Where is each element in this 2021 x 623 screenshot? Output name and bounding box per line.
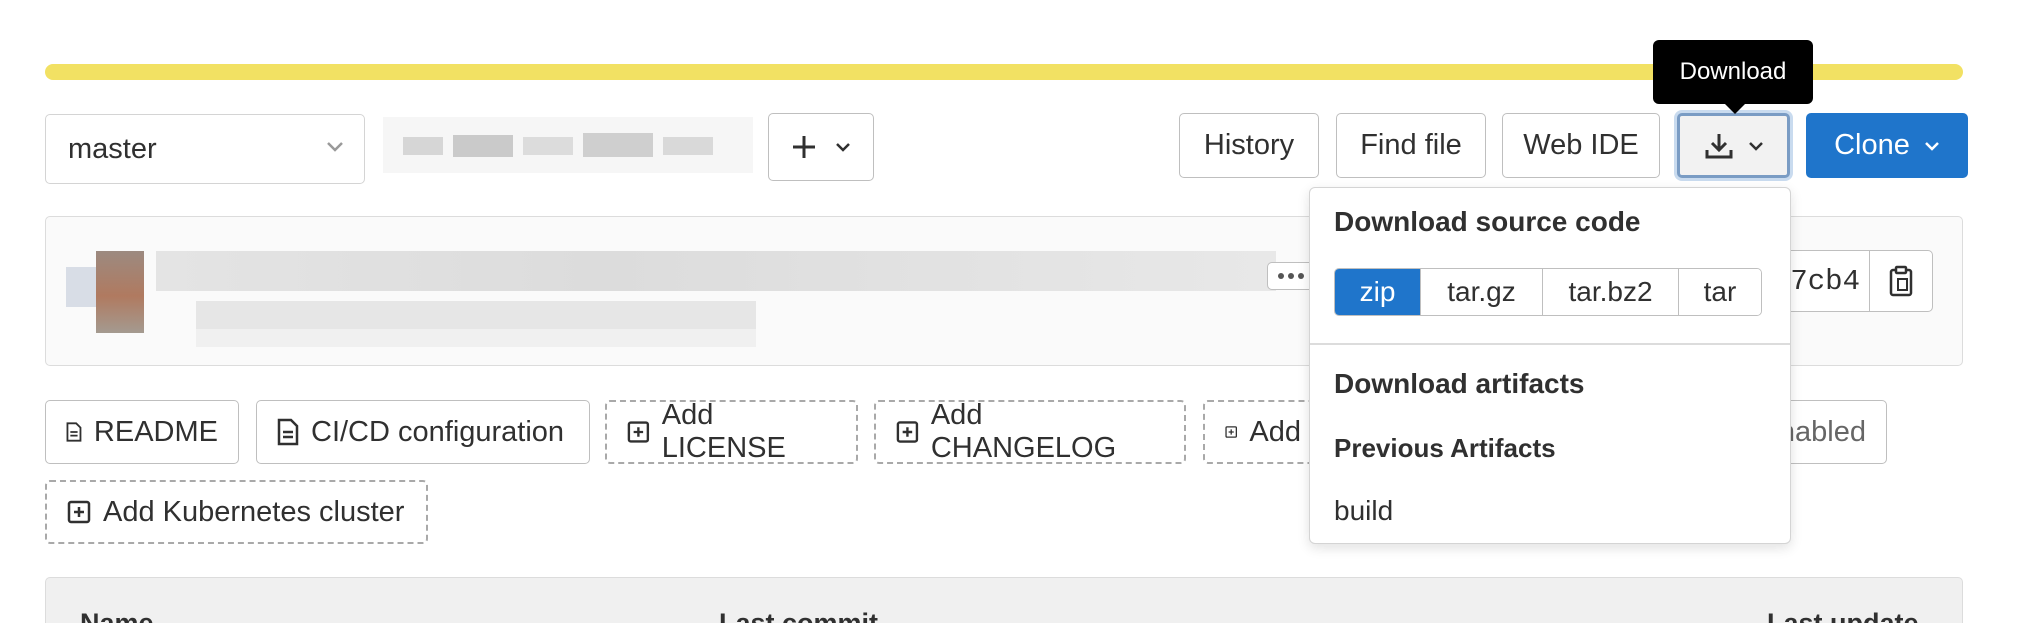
- chevron-down-icon: [1925, 141, 1939, 151]
- add-changelog-button[interactable]: Add CHANGELOG: [874, 399, 1186, 464]
- download-tooltip: Download: [1653, 40, 1813, 114]
- format-zip-button[interactable]: zip: [1335, 269, 1421, 315]
- source-format-group: zip tar.gz tar.bz2 tar: [1334, 268, 1762, 316]
- file-icon: [277, 418, 299, 446]
- plus-icon: [793, 136, 815, 158]
- find-file-button[interactable]: Find file: [1336, 113, 1486, 178]
- format-tar-bz2-button[interactable]: tar.bz2: [1543, 269, 1679, 315]
- cicd-configuration-button[interactable]: CI/CD configuration: [256, 400, 590, 464]
- add-license-button[interactable]: Add LICENSE: [605, 399, 858, 464]
- download-dropdown-menu: Download source code zip tar.gz tar.bz2 …: [1309, 187, 1791, 544]
- branch-selector-label: master: [68, 132, 157, 165]
- copy-sha-button[interactable]: [1869, 250, 1933, 312]
- download-icon: [1705, 133, 1732, 158]
- dot: [1298, 273, 1304, 279]
- commit-sha: 7cb4: [1780, 250, 1870, 312]
- cicd-label: CI/CD configuration: [311, 415, 565, 448]
- column-header-last-commit: Last commit: [719, 608, 879, 623]
- readme-button[interactable]: README: [45, 400, 239, 464]
- download-artifacts-title: Download artifacts: [1334, 368, 1585, 399]
- plus-square-icon: [1225, 426, 1238, 438]
- file-table-header: [45, 577, 1963, 623]
- divider: [1310, 343, 1790, 345]
- expand-commit-button[interactable]: [1267, 262, 1315, 290]
- column-header-name: Name: [80, 608, 154, 623]
- commit-message-redacted: [156, 251, 1276, 291]
- chevron-down-icon: [1748, 141, 1763, 151]
- add-cut-label: Add: [1249, 415, 1301, 448]
- breadcrumb-path-redacted: [383, 117, 753, 173]
- plus-square-icon: [67, 500, 91, 524]
- dot: [1288, 273, 1294, 279]
- web-ide-button[interactable]: Web IDE: [1502, 113, 1660, 178]
- readme-label: README: [93, 415, 218, 448]
- clipboard-icon: [1889, 265, 1913, 297]
- download-dropdown-button[interactable]: [1677, 113, 1790, 178]
- format-tar-gz-button[interactable]: tar.gz: [1421, 269, 1543, 315]
- add-kubernetes-cluster-button[interactable]: Add Kubernetes cluster: [45, 480, 428, 544]
- history-button[interactable]: History: [1179, 113, 1319, 178]
- add-license-label: Add LICENSE: [661, 399, 786, 464]
- clone-button-label: Clone: [1834, 129, 1910, 161]
- format-tar-button[interactable]: tar: [1679, 269, 1761, 315]
- column-header-last-update: Last update: [1767, 608, 1919, 623]
- enabled-label: nabled: [1778, 415, 1866, 448]
- avatar: [96, 251, 144, 333]
- add-changelog-label: Add CHANGELOG: [930, 399, 1117, 464]
- artifact-build-item[interactable]: build: [1334, 495, 1393, 527]
- add-contributing-button[interactable]: Add: [1203, 400, 1323, 464]
- plus-square-icon: [627, 421, 650, 443]
- plus-square-icon: [896, 421, 919, 443]
- branch-selector[interactable]: master: [45, 114, 365, 184]
- add-new-dropdown-button[interactable]: [768, 113, 874, 181]
- chevron-down-icon: [836, 143, 850, 152]
- file-icon: [66, 422, 82, 442]
- previous-artifacts-heading: Previous Artifacts: [1334, 433, 1556, 463]
- chevron-down-icon: [327, 142, 343, 152]
- dot: [1278, 273, 1284, 279]
- add-k8s-label: Add Kubernetes cluster: [103, 495, 405, 528]
- download-source-title: Download source code: [1334, 206, 1641, 237]
- clone-button[interactable]: Clone: [1806, 113, 1968, 178]
